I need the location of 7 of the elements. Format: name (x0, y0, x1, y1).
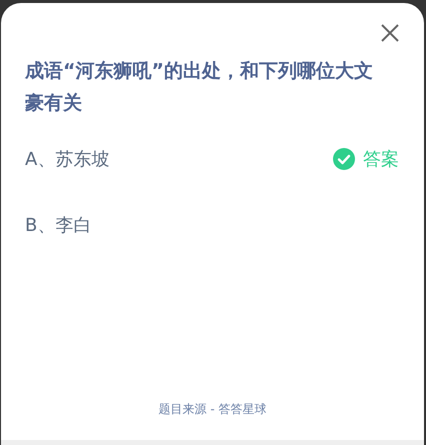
option-text[interactable]: B、李白 (25, 213, 92, 237)
close-icon[interactable] (380, 23, 400, 43)
option-text[interactable]: A、苏东坡 (25, 147, 110, 171)
question-text: 成语“河东狮吼”的出处，和下列哪位大文豪有关 (24, 59, 374, 116)
check-icon (333, 148, 355, 170)
answer-label: 答案 (363, 148, 399, 171)
source-text: 题目来源 - 答答星球 (158, 401, 268, 418)
